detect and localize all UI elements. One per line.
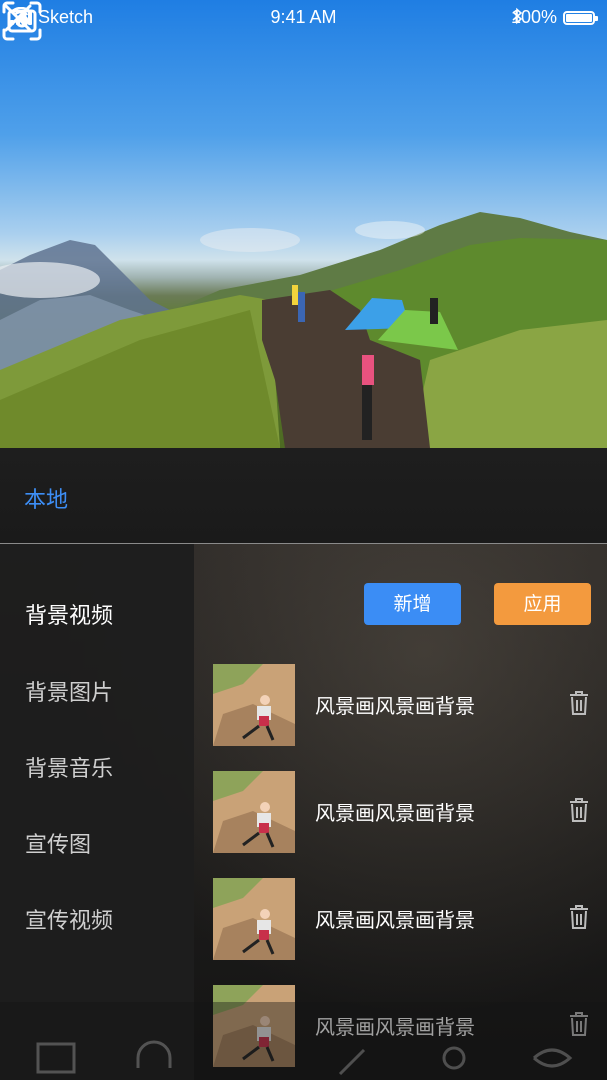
trash-icon[interactable]: [568, 690, 590, 716]
sidebar-item-background-image[interactable]: 背景图片: [25, 675, 113, 707]
sidebar-item-background-music[interactable]: 背景音乐: [25, 751, 113, 783]
thumbnail-image: [213, 878, 295, 960]
image-icon: [36, 1042, 76, 1074]
sidebar-item-promo-video[interactable]: 宣传视频: [25, 903, 113, 935]
trash-icon[interactable]: [568, 904, 590, 930]
status-bar: Sketch 9:41 AM 100%: [0, 0, 607, 34]
list-item[interactable]: 风景画风景画背景: [213, 664, 593, 746]
add-button[interactable]: 新增: [364, 583, 461, 625]
video-thumbnail[interactable]: [213, 878, 295, 960]
battery-icon: [563, 10, 598, 25]
item-title: 风景画风景画背景: [315, 694, 475, 718]
thumbnail-image: [213, 771, 295, 853]
thumbnail-image: [213, 664, 295, 746]
headphones-icon: [136, 1040, 172, 1068]
trash-icon[interactable]: [568, 797, 590, 823]
mountain-scene: [0, 212, 607, 448]
list-item[interactable]: 风景画风景画背景: [213, 771, 593, 853]
bluetooth-icon: [512, 7, 523, 25]
background-preview-image: Sketch 9:41 AM 100%: [0, 0, 607, 448]
sidebar-item-promo-image[interactable]: 宣传图: [25, 827, 91, 859]
bottom-toolbar-ghost: [0, 1002, 607, 1080]
list-item[interactable]: 风景画风景画背景: [213, 878, 593, 960]
video-thumbnail[interactable]: [213, 771, 295, 853]
item-title: 风景画风景画背景: [315, 908, 475, 932]
video-thumbnail[interactable]: [213, 664, 295, 746]
tab-local[interactable]: 本地: [24, 482, 68, 514]
settings-icon: [442, 1046, 466, 1070]
item-title: 风景画风景画背景: [315, 801, 475, 825]
source-tab-bar: 本地: [0, 448, 607, 544]
eye-off-icon: [533, 1048, 573, 1068]
category-sidebar: 背景视频 背景图片 背景音乐 宣传图 宣传视频: [0, 544, 194, 1080]
sidebar-item-background-video[interactable]: 背景视频: [25, 598, 113, 630]
magic-wand-icon: [338, 1048, 366, 1076]
apply-button[interactable]: 应用: [494, 583, 591, 625]
camera-flip-icon[interactable]: [0, 0, 44, 42]
background-panel: 背景视频 背景图片 背景音乐 宣传图 宣传视频 新增 应用 风景画风景画背景 风…: [0, 544, 607, 1080]
